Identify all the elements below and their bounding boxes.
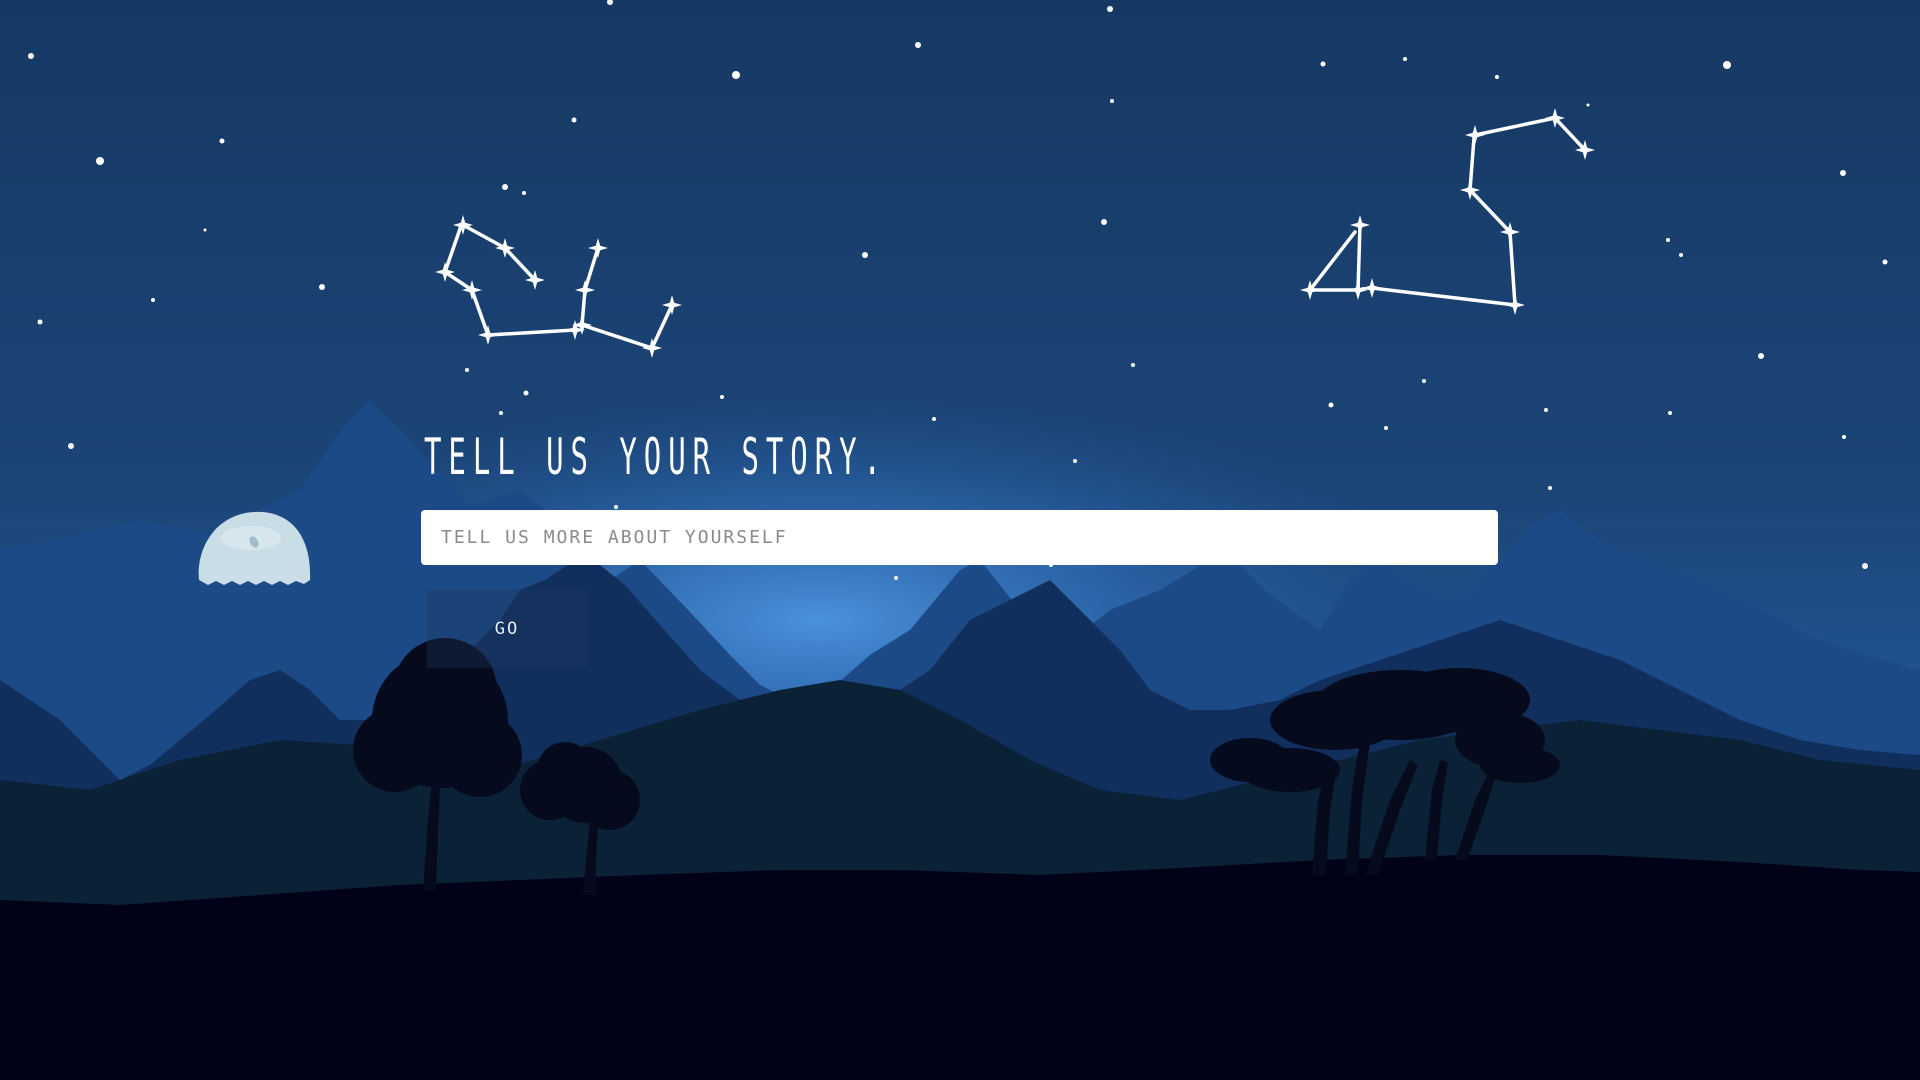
sparkle-core <box>531 276 539 284</box>
moon-blob <box>198 511 311 585</box>
star <box>1862 563 1868 569</box>
star <box>1403 57 1407 61</box>
star <box>1882 259 1888 265</box>
star <box>862 252 868 258</box>
star <box>894 576 898 580</box>
sparkle-core <box>1506 228 1514 236</box>
star <box>1586 103 1590 107</box>
star <box>1723 61 1731 69</box>
sparkle-core <box>668 301 676 309</box>
star <box>1495 75 1499 79</box>
star <box>1110 99 1114 103</box>
star <box>219 138 225 144</box>
star <box>1107 6 1113 12</box>
star <box>1679 253 1683 257</box>
star <box>151 298 155 302</box>
star <box>499 411 503 415</box>
star <box>523 390 529 396</box>
sparkle-core <box>484 331 492 339</box>
star <box>96 157 104 165</box>
sparkle-core <box>1356 221 1364 229</box>
star <box>1073 459 1077 463</box>
sparkle-core <box>594 244 602 252</box>
star <box>1384 426 1388 430</box>
star <box>1422 379 1426 383</box>
sparkle-core <box>581 286 589 294</box>
star <box>1666 238 1670 242</box>
star <box>1758 353 1764 359</box>
star <box>1544 408 1548 412</box>
star <box>915 42 921 48</box>
star <box>319 284 325 290</box>
sparkle-core <box>578 321 586 329</box>
star <box>1131 363 1135 367</box>
star <box>68 443 74 449</box>
sparkle-core <box>1581 146 1589 154</box>
star <box>203 228 207 232</box>
go-button[interactable]: GO <box>427 590 587 668</box>
page-title: TELL US YOUR STORY. <box>424 428 888 486</box>
sparkle-core <box>1551 114 1559 122</box>
sparkle-core <box>1354 286 1362 294</box>
sparkle-core <box>1368 284 1376 292</box>
star <box>1668 411 1672 415</box>
sparkle-core <box>1466 186 1474 194</box>
star <box>28 53 34 59</box>
star <box>571 117 577 123</box>
sparkle-core <box>459 221 467 229</box>
sparkle-core <box>501 244 509 252</box>
star <box>1842 435 1846 439</box>
sparkle-core <box>648 344 656 352</box>
star <box>37 319 43 325</box>
star <box>732 71 740 79</box>
star <box>1840 170 1846 176</box>
sparkle-core <box>1471 131 1479 139</box>
sparkle-core <box>1306 286 1314 294</box>
star <box>614 505 618 509</box>
star <box>465 368 469 372</box>
sparkle-core <box>441 268 449 276</box>
star <box>1320 61 1326 67</box>
sparkle-core <box>571 326 579 334</box>
star <box>502 184 508 190</box>
story-input[interactable] <box>421 510 1498 565</box>
star <box>1101 219 1107 225</box>
star <box>720 395 724 399</box>
star <box>522 191 526 195</box>
sparkle-core <box>468 286 476 294</box>
star <box>932 417 936 421</box>
star <box>1328 402 1334 408</box>
star <box>1548 486 1552 490</box>
sparkle-core <box>1511 301 1519 309</box>
